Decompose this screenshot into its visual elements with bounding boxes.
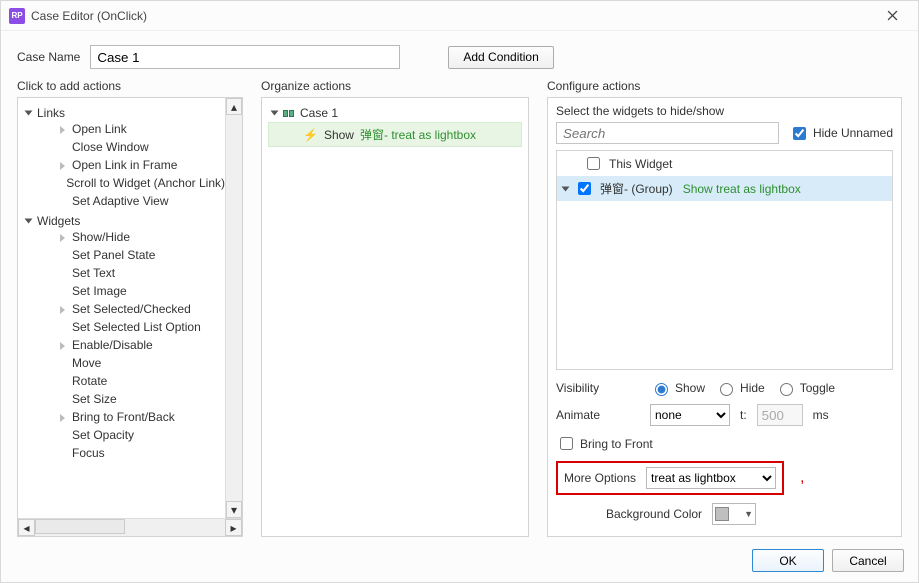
actions-vscroll[interactable]: ▴ ▾ bbox=[225, 98, 242, 518]
case-icon bbox=[283, 110, 294, 117]
group-widgets[interactable]: Widgets bbox=[22, 214, 225, 228]
widget-list[interactable]: This Widget 弹窗- (Group) Show treat as li… bbox=[556, 150, 893, 370]
organize-panel: Case 1 ⚡ Show 弹窗- treat as lightbox bbox=[261, 97, 529, 537]
animate-select[interactable]: none bbox=[650, 404, 730, 426]
group-links[interactable]: Links bbox=[22, 106, 225, 120]
widget-check[interactable] bbox=[578, 182, 591, 195]
close-icon bbox=[887, 10, 898, 21]
cancel-button[interactable]: Cancel bbox=[832, 549, 904, 572]
caret-down-icon bbox=[562, 186, 570, 191]
bolt-icon: ⚡ bbox=[303, 128, 318, 142]
chevron-down-icon: ▼ bbox=[744, 509, 753, 519]
case-editor-dialog: RP Case Editor (OnClick) Case Name Add C… bbox=[0, 0, 919, 583]
organize-tree[interactable]: Case 1 ⚡ Show 弹窗- treat as lightbox bbox=[262, 98, 528, 536]
more-options-select[interactable]: treat as lightbox bbox=[646, 467, 776, 489]
scroll-right-icon[interactable]: ▸ bbox=[225, 519, 242, 536]
action-open-link[interactable]: Open Link bbox=[32, 120, 225, 138]
configure-sublabel: Select the widgets to hide/show bbox=[548, 98, 901, 122]
action-show-hide[interactable]: Show/Hide bbox=[32, 228, 225, 246]
scroll-up-icon[interactable]: ▴ bbox=[226, 98, 242, 115]
action-set-image[interactable]: Set Image bbox=[32, 282, 225, 300]
color-swatch-icon bbox=[715, 507, 729, 521]
action-set-text[interactable]: Set Text bbox=[32, 264, 225, 282]
scroll-left-icon[interactable]: ◂ bbox=[18, 519, 35, 536]
search-input[interactable] bbox=[556, 122, 779, 144]
configure-column: Configure actions Select the widgets to … bbox=[547, 79, 902, 537]
action-set-size[interactable]: Set Size bbox=[32, 390, 225, 408]
action-bring-to-front-back[interactable]: Bring to Front/Back bbox=[32, 408, 225, 426]
caret-right-icon bbox=[60, 342, 65, 350]
titlebar: RP Case Editor (OnClick) bbox=[1, 1, 918, 31]
more-options-row: More Options treat as lightbox , bbox=[556, 461, 893, 495]
action-open-link-in-frame[interactable]: Open Link in Frame bbox=[32, 156, 225, 174]
action-enable-disable[interactable]: Enable/Disable bbox=[32, 336, 225, 354]
caret-down-icon bbox=[25, 219, 33, 224]
animate-row: Animate none t: ms bbox=[556, 404, 893, 426]
bring-to-front-checkbox[interactable]: Bring to Front bbox=[556, 434, 653, 453]
visibility-toggle[interactable]: Toggle bbox=[775, 380, 835, 396]
ok-button[interactable]: OK bbox=[752, 549, 824, 572]
action-set-opacity[interactable]: Set Opacity bbox=[32, 426, 225, 444]
animate-duration[interactable] bbox=[757, 404, 803, 426]
search-row: Hide Unnamed bbox=[548, 122, 901, 150]
action-set-panel-state[interactable]: Set Panel State bbox=[32, 246, 225, 264]
bgcolor-picker[interactable]: ▼ bbox=[712, 503, 756, 525]
action-focus[interactable]: Focus bbox=[32, 444, 225, 462]
action-set-selected[interactable]: Set Selected/Checked bbox=[32, 300, 225, 318]
case-name-input[interactable] bbox=[90, 45, 400, 69]
caret-down-icon bbox=[271, 111, 279, 116]
columns: Click to add actions Links Open Link Clo… bbox=[1, 79, 918, 549]
actions-hscroll[interactable]: ◂ ▸ bbox=[18, 518, 242, 536]
window-title: Case Editor (OnClick) bbox=[31, 9, 874, 23]
configure-panel: Select the widgets to hide/show Hide Unn… bbox=[547, 97, 902, 537]
action-move[interactable]: Move bbox=[32, 354, 225, 372]
organize-action[interactable]: ⚡ Show 弹窗- treat as lightbox bbox=[268, 122, 522, 147]
annotation-mark: , bbox=[800, 469, 804, 487]
caret-right-icon bbox=[60, 126, 65, 134]
visibility-row: Visibility Show Hide Toggle bbox=[556, 380, 893, 396]
caret-right-icon bbox=[60, 414, 65, 422]
case-name-label: Case Name bbox=[17, 50, 80, 64]
dialog-footer: OK Cancel bbox=[752, 549, 904, 572]
configure-header: Configure actions bbox=[547, 79, 902, 93]
action-set-adaptive-view[interactable]: Set Adaptive View bbox=[32, 192, 225, 210]
bring-to-front-row: Bring to Front bbox=[556, 434, 893, 453]
actions-column: Click to add actions Links Open Link Clo… bbox=[17, 79, 243, 537]
widget-row-popup[interactable]: 弹窗- (Group) Show treat as lightbox bbox=[557, 176, 892, 201]
more-options-highlight: More Options treat as lightbox bbox=[556, 461, 784, 495]
caret-right-icon bbox=[60, 306, 65, 314]
organize-case[interactable]: Case 1 bbox=[268, 104, 522, 122]
hide-unnamed-input[interactable] bbox=[793, 127, 806, 140]
visibility-show[interactable]: Show bbox=[650, 380, 705, 396]
action-scroll-to-widget[interactable]: Scroll to Widget (Anchor Link) bbox=[32, 174, 225, 192]
hide-unnamed-checkbox[interactable]: Hide Unnamed bbox=[789, 124, 893, 143]
actions-panel: Links Open Link Close Window Open Link i… bbox=[17, 97, 243, 537]
visibility-hide[interactable]: Hide bbox=[715, 380, 765, 396]
organize-header: Organize actions bbox=[261, 79, 529, 93]
caret-right-icon bbox=[60, 234, 65, 242]
close-button[interactable] bbox=[874, 2, 910, 30]
action-close-window[interactable]: Close Window bbox=[32, 138, 225, 156]
bgcolor-row: Background Color ▼ bbox=[556, 503, 893, 525]
add-condition-button[interactable]: Add Condition bbox=[448, 46, 553, 69]
action-set-selected-list[interactable]: Set Selected List Option bbox=[32, 318, 225, 336]
scroll-thumb[interactable] bbox=[35, 519, 125, 534]
app-icon: RP bbox=[9, 8, 25, 24]
action-rotate[interactable]: Rotate bbox=[32, 372, 225, 390]
scroll-down-icon[interactable]: ▾ bbox=[226, 501, 242, 518]
widget-check[interactable] bbox=[587, 157, 600, 170]
configure-options: Visibility Show Hide Toggle Animate none… bbox=[548, 370, 901, 533]
actions-tree[interactable]: Links Open Link Close Window Open Link i… bbox=[18, 98, 242, 536]
case-name-row: Case Name Add Condition bbox=[1, 31, 918, 79]
caret-right-icon bbox=[60, 162, 65, 170]
widget-row-this[interactable]: This Widget bbox=[557, 151, 892, 176]
caret-down-icon bbox=[25, 111, 33, 116]
organize-column: Organize actions Case 1 ⚡ Show 弹窗- treat… bbox=[261, 79, 529, 537]
actions-header: Click to add actions bbox=[17, 79, 243, 93]
